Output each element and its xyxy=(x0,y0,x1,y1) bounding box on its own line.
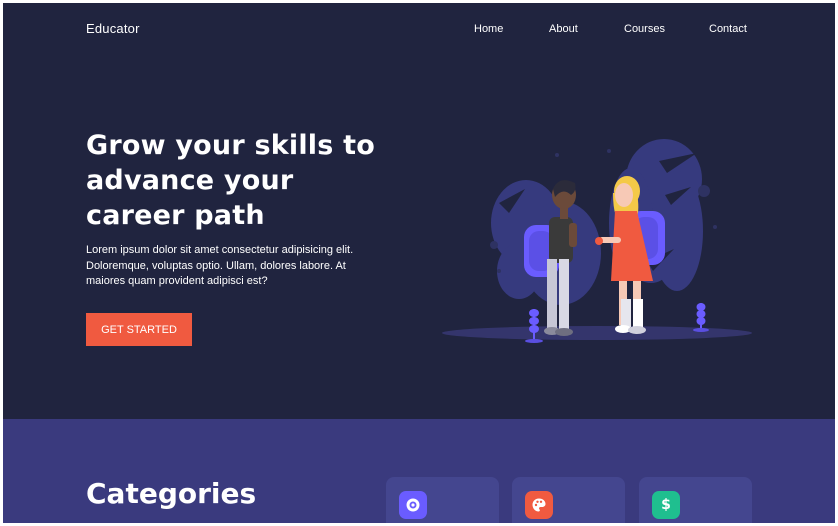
hero-description: Lorem ipsum dolor sit amet consectetur a… xyxy=(86,243,396,290)
dollar-icon: $ xyxy=(652,491,680,519)
categories-section: Categories $ xyxy=(3,419,835,523)
hero-section: Educator Home About Courses Contact Grow… xyxy=(3,3,835,419)
nav-link-contact[interactable]: Contact xyxy=(709,23,747,35)
palette-icon-glyph xyxy=(532,498,546,512)
coin-icon-glyph xyxy=(406,498,420,512)
coin-icon xyxy=(399,491,427,519)
nav-link-courses[interactable]: Courses xyxy=(624,23,665,35)
page-frame: Educator Home About Courses Contact Grow… xyxy=(3,3,835,523)
palette-icon xyxy=(525,491,553,519)
category-card[interactable] xyxy=(386,477,499,523)
nav-link-about[interactable]: About xyxy=(549,23,578,35)
categories-title: Categories xyxy=(86,477,257,510)
get-started-button[interactable]: GET STARTED xyxy=(86,313,192,346)
hero-title: Grow your skills to advance your career … xyxy=(86,128,406,233)
category-card[interactable] xyxy=(512,477,625,523)
hero-description-line: Lorem ipsum dolor sit amet consectetur a… xyxy=(86,244,354,256)
hero-title-line: advance your xyxy=(86,165,294,196)
hero-description-line: maiores quam provident adipisci est? xyxy=(86,275,268,287)
hero-title-line: Grow your skills to xyxy=(86,130,375,161)
students-illustration xyxy=(442,139,752,343)
main-nav: Home About Courses Contact xyxy=(3,23,835,39)
hero-title-line: career path xyxy=(86,200,265,231)
nav-link-home[interactable]: Home xyxy=(474,23,503,35)
hero-description-line: Doloremque, voluptas optio. Ullam, dolor… xyxy=(86,259,346,272)
dollar-symbol: $ xyxy=(661,497,671,513)
category-card[interactable]: $ xyxy=(639,477,752,523)
